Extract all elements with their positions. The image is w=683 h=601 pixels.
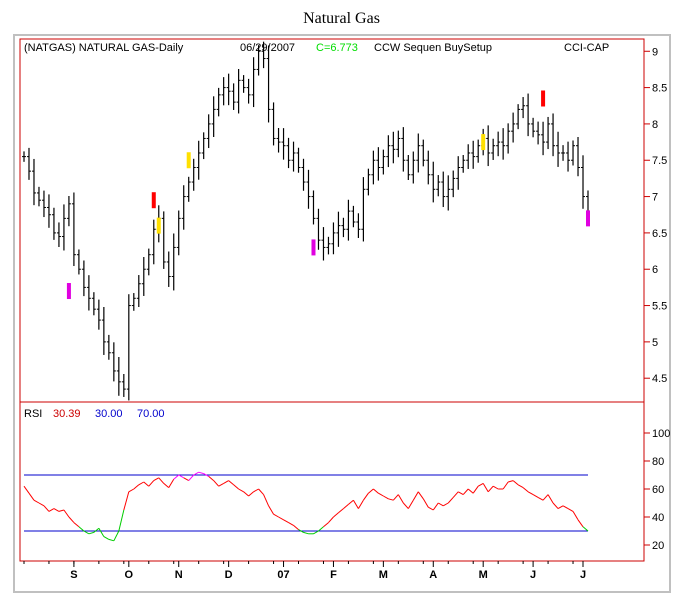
chart-svg: 4.5 5 5.5 6 6.5 7 7.5 8 8.5 9 20 40 60 80 100 S O N D 07 F…	[13, 34, 671, 593]
price-axis-label: 7	[652, 192, 658, 204]
x-axis-label: J	[580, 569, 586, 581]
chart-tag: CCI-CAP	[564, 42, 609, 54]
chart-close: C=6.773	[316, 42, 358, 54]
x-axis-label: A	[429, 569, 437, 581]
price-axis-label: 7.5	[652, 155, 667, 167]
chart-study: CCW Sequen BuySetup	[374, 42, 492, 54]
rsi-axis-label: 60	[652, 484, 664, 496]
chart-symbol: (NATGAS) NATURAL GAS-Daily	[24, 42, 184, 54]
price-axis-label: 5.5	[652, 301, 667, 313]
x-axis-label: M	[479, 569, 488, 581]
chart-date: 06/29/2007	[240, 42, 295, 54]
signal-marker-magenta	[66, 283, 71, 300]
rsi-axis-label: 80	[652, 456, 664, 468]
rsi-label: RSI	[24, 408, 42, 420]
x-axis-label: M	[379, 569, 388, 581]
rsi-value: 30.39	[53, 408, 81, 420]
rsi-upper-band-label: 70.00	[137, 408, 165, 420]
signal-marker-yellow	[186, 152, 191, 169]
signal-marker-red	[151, 192, 156, 209]
x-axis-label: D	[225, 569, 233, 581]
signal-marker-yellow	[481, 134, 486, 151]
price-axis-label: 6.5	[652, 228, 667, 240]
price-axis-label: 8.5	[652, 83, 667, 95]
price-axis-label: 4.5	[652, 373, 667, 385]
price-axis-label: 5	[652, 337, 658, 349]
x-axis-label: F	[330, 569, 337, 581]
signal-marker-magenta	[586, 210, 590, 227]
x-axis-label: S	[70, 569, 77, 581]
page-title: Natural Gas	[303, 10, 380, 27]
rsi-axis-label: 40	[652, 512, 664, 524]
rsi-lower-band-label: 30.00	[95, 408, 123, 420]
chart-frame: 4.5 5 5.5 6 6.5 7 7.5 8 8.5 9 20 40 60 80 100 S O N D 07 F…	[0, 32, 683, 596]
signal-marker-yellow	[156, 217, 161, 234]
price-axis-label: 6	[652, 264, 658, 276]
signal-marker-magenta	[311, 239, 316, 256]
plot-area	[19, 38, 645, 562]
rsi-axis-label: 100	[652, 428, 670, 440]
signal-marker-red	[541, 90, 546, 107]
x-axis-label: O	[125, 569, 134, 581]
x-axis-label: N	[175, 569, 183, 581]
x-axis-label: J	[530, 569, 536, 581]
rsi-axis-label: 20	[652, 540, 664, 552]
x-axis-label: 07	[277, 569, 289, 581]
price-axis-label: 8	[652, 119, 658, 131]
price-axis-label: 9	[652, 46, 658, 58]
